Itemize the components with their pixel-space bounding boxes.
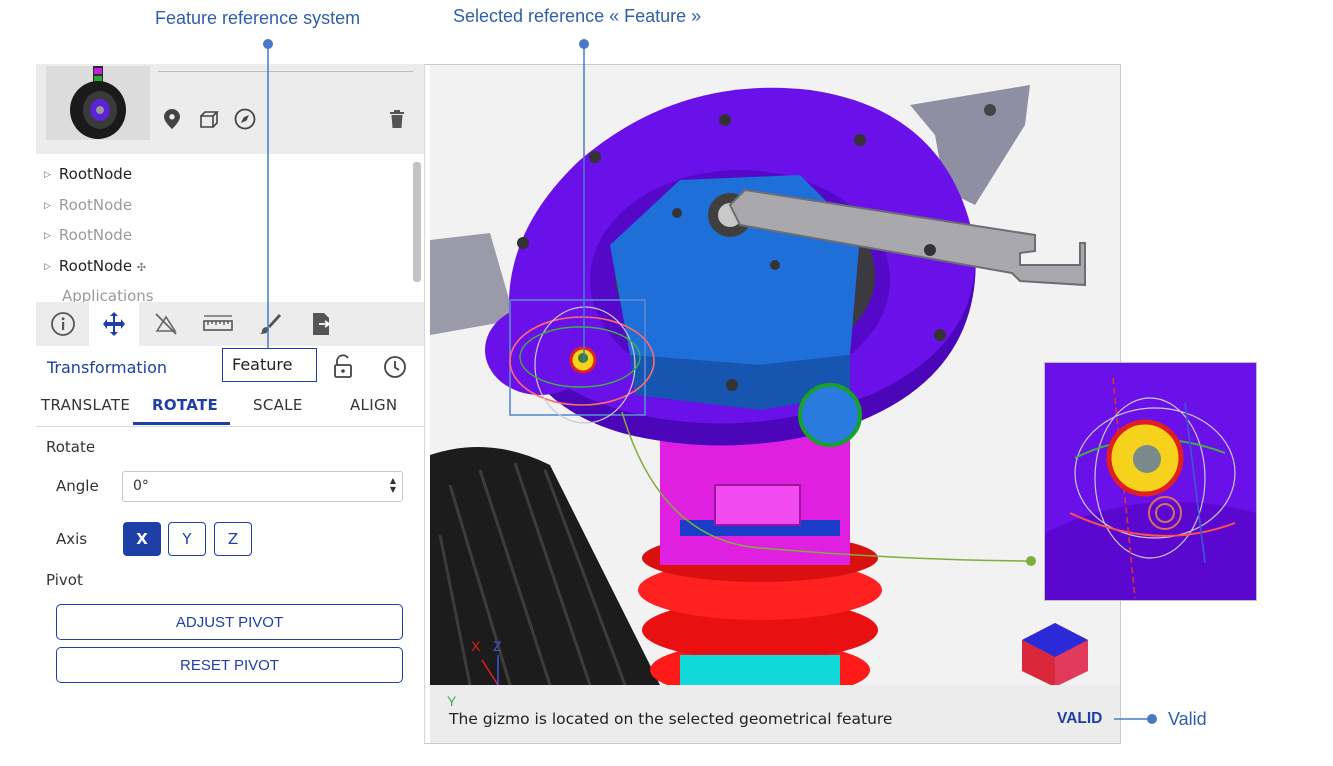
pivot-section-title: Pivot <box>46 571 83 589</box>
3d-viewport[interactable]: X Z <box>430 65 1120 685</box>
annotation-selected-reference: Selected reference « Feature » <box>453 6 702 26</box>
axis-z-button[interactable]: Z <box>214 522 252 556</box>
tree-item-label: RootNode <box>58 196 133 214</box>
info-icon[interactable] <box>38 302 88 346</box>
axis-label-x: X <box>471 638 481 654</box>
part-header <box>36 64 424 154</box>
tree-item-label: RootNode <box>58 226 133 244</box>
location-pin-icon[interactable] <box>161 108 183 130</box>
transformation-title: Transformation <box>47 358 168 377</box>
angle-value: 0° <box>133 478 149 494</box>
expand-triangle-icon[interactable]: ▷ <box>44 170 51 180</box>
visibility-off-icon[interactable] <box>141 302 191 346</box>
tree-item[interactable]: ▷ RootNode <box>44 196 132 214</box>
adjust-pivot-button[interactable]: ADJUST PIVOT <box>56 604 403 640</box>
compass-icon[interactable] <box>234 108 256 130</box>
tree-item-label: RootNode <box>58 165 133 183</box>
status-bar: Y The gizmo is located on the selected g… <box>430 685 1120 743</box>
tab-rotate[interactable]: ROTATE <box>152 396 218 414</box>
export-icon[interactable] <box>297 302 347 346</box>
lock-icon[interactable] <box>333 354 353 383</box>
axis-x-button[interactable]: X <box>123 522 161 556</box>
reference-system-select[interactable]: Feature <box>222 348 317 382</box>
angle-input[interactable]: 0° ▲ ▼ <box>122 471 403 502</box>
expand-triangle-icon[interactable]: ▷ <box>44 201 51 211</box>
trash-icon[interactable] <box>386 108 408 130</box>
tree-item-label: Applications <box>62 287 154 302</box>
status-badge: VALID <box>1057 710 1103 727</box>
tree-item[interactable]: Applications <box>62 287 154 302</box>
brush-icon[interactable] <box>245 302 295 346</box>
tree-item[interactable]: ▷ RootNode <box>44 165 132 183</box>
tree-scrollbar[interactable] <box>413 162 421 282</box>
tab-scale[interactable]: SCALE <box>253 396 303 414</box>
tree-item-label: RootNode <box>58 257 133 275</box>
suspension-model-render <box>430 85 1088 685</box>
tab-translate[interactable]: TRANSLATE <box>41 396 130 414</box>
rotate-section-title: Rotate <box>46 438 96 456</box>
expand-triangle-icon[interactable]: ▷ <box>44 262 51 272</box>
history-icon[interactable] <box>383 355 407 384</box>
tree-item[interactable]: ▷ RootNode ✣ <box>44 257 146 275</box>
tree-item[interactable]: ▷ RootNode <box>44 226 132 244</box>
move-target-icon: ✣ <box>136 261 147 274</box>
axis-label-z: Z <box>493 638 502 654</box>
wheel-thumbnail-image <box>70 66 126 139</box>
feature-zoom-inset <box>1044 362 1257 601</box>
annotation-valid: Valid <box>1168 709 1207 729</box>
properties-panel: ▷ RootNode ▷ RootNode ▷ RootNode ▷ RootNode … <box>36 64 425 744</box>
transform-mode-tabs: TRANSLATE ROTATE SCALE ALIGN <box>36 386 424 427</box>
tool-tabs <box>36 302 424 346</box>
annotation-feature-reference-system: Feature reference system <box>155 8 361 28</box>
tab-align[interactable]: ALIGN <box>350 396 397 414</box>
box-icon[interactable] <box>198 108 220 130</box>
angle-label: Angle <box>56 477 99 495</box>
axis-label: Axis <box>56 530 88 548</box>
angle-stepper[interactable]: ▲ ▼ <box>390 476 396 494</box>
axis-y-button[interactable]: Y <box>168 522 206 556</box>
feature-zoom-image <box>1045 363 1256 600</box>
move-icon[interactable] <box>89 302 139 346</box>
status-message: The gizmo is located on the selected geo… <box>449 710 893 728</box>
part-name-field[interactable] <box>158 71 413 72</box>
active-tab-indicator <box>133 422 230 425</box>
ruler-icon[interactable] <box>193 302 243 346</box>
expand-triangle-icon[interactable]: ▷ <box>44 231 51 241</box>
axis-label-y: Y <box>447 693 457 709</box>
part-thumbnail[interactable] <box>46 66 150 140</box>
scene-tree: ▷ RootNode ▷ RootNode ▷ RootNode ▷ RootNode … <box>36 160 424 302</box>
reset-pivot-button[interactable]: RESET PIVOT <box>56 647 403 683</box>
